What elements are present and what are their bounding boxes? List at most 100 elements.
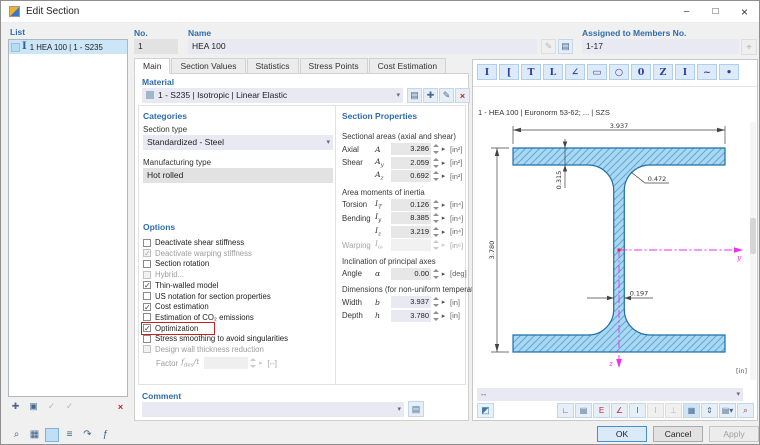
shape-t-section-button[interactable]: T bbox=[521, 64, 541, 80]
section-list[interactable]: I1 HEA 100 | 1 - S235 bbox=[8, 39, 128, 397]
filter-button[interactable]: ≡ bbox=[62, 427, 77, 442]
print-button[interactable]: ▤▾ bbox=[719, 403, 736, 418]
shape-i-section-button[interactable]: I bbox=[477, 64, 497, 80]
comment-copy-button[interactable]: ▤ bbox=[408, 401, 424, 417]
main-tab-panel: Material 1 - S235 | Isotropic | Linear E… bbox=[134, 73, 469, 421]
detail-arrow-button[interactable]: ▸ bbox=[439, 159, 448, 167]
shape-rectangle-button[interactable]: ▭ bbox=[587, 64, 607, 80]
tab-statistics[interactable]: Statistics bbox=[247, 58, 299, 74]
edit-material-button[interactable]: ✎ bbox=[439, 88, 454, 103]
detail-arrow-button[interactable]: ▸ bbox=[439, 172, 448, 180]
shape-corner-button[interactable]: ∠ bbox=[565, 64, 585, 80]
tab-stress-points[interactable]: Stress Points bbox=[300, 58, 368, 74]
show-section-button[interactable]: I bbox=[629, 403, 646, 418]
checkbox-cost-estimation[interactable]: ✓ bbox=[143, 303, 151, 311]
option-label: Section rotation bbox=[155, 259, 209, 268]
detail-arrow-button[interactable]: ▸ bbox=[439, 145, 448, 153]
checkbox-deactivate-shear-stiffness[interactable] bbox=[143, 239, 151, 247]
show-table-button[interactable]: ▦ bbox=[683, 403, 700, 418]
detail-arrow-button: ▸ bbox=[439, 241, 448, 249]
color-reference-button[interactable] bbox=[45, 428, 59, 442]
section-table-button[interactable]: ▦ bbox=[27, 427, 42, 442]
assigned-label: Assigned to Members No. bbox=[582, 28, 686, 38]
copy-section-button[interactable]: ▣ bbox=[26, 399, 41, 414]
show-dimensions-button[interactable]: ∟ bbox=[557, 403, 574, 418]
title-bar: Edit Section – □ × bbox=[1, 1, 759, 23]
minimize-button[interactable]: – bbox=[672, 1, 701, 23]
shape-angle-button[interactable]: L bbox=[543, 64, 563, 80]
detail-arrow-button[interactable]: ▸ bbox=[439, 201, 448, 209]
zoom-reset-button[interactable]: ⌕ bbox=[737, 403, 754, 418]
tab-cost-estimation[interactable]: Cost Estimation bbox=[369, 58, 447, 74]
tab-main[interactable]: Main bbox=[134, 58, 170, 74]
shape-point-button[interactable]: • bbox=[719, 64, 739, 80]
show-welds-button[interactable]: ∠ bbox=[611, 403, 628, 418]
checkbox-section-rotation[interactable] bbox=[143, 260, 151, 268]
assigned-members-field[interactable]: 1-17 bbox=[582, 39, 739, 54]
unit-label: [in⁶] bbox=[450, 241, 463, 250]
name-field[interactable]: HEA 100 bbox=[188, 39, 537, 54]
drawing-scrollbar-thumb[interactable] bbox=[750, 218, 756, 254]
shape-rail-button[interactable]: Ι bbox=[675, 64, 695, 80]
property-group-title: Sectional areas (axial and shear) bbox=[342, 132, 468, 141]
detail-arrow-button[interactable]: ▸ bbox=[439, 270, 448, 278]
section-library-button[interactable]: ▤ bbox=[558, 39, 573, 54]
detail-arrow-button[interactable]: ▸ bbox=[439, 214, 448, 222]
property-group: Dimensions (for non-uniform temperature … bbox=[342, 285, 468, 321]
spinner[interactable] bbox=[433, 311, 439, 321]
section-color-swatch bbox=[11, 43, 20, 52]
ok-button[interactable]: OK bbox=[597, 426, 647, 442]
unit-label: [in²] bbox=[450, 158, 463, 167]
property-row-iz: Iz3.219▸[in⁴] bbox=[342, 227, 468, 238]
option-label: Hybrid... bbox=[155, 270, 184, 279]
checkbox-us-notation-for-section-properties[interactable] bbox=[143, 292, 151, 300]
checkbox-stress-smoothing-to-avoid-singularities[interactable] bbox=[143, 335, 151, 343]
comment-combobox[interactable]: ▾ bbox=[142, 402, 404, 417]
value-field: 0.00 bbox=[391, 268, 431, 280]
property-row-iy: BendingIy8.385▸[in⁴] bbox=[342, 213, 468, 224]
property-symbol: Iy bbox=[375, 212, 391, 224]
drawing-scrollbar[interactable] bbox=[750, 122, 756, 380]
show-stress-points-button[interactable]: Ε bbox=[593, 403, 610, 418]
value-field[interactable]: 3.937 bbox=[391, 296, 431, 308]
checkbox-thin-walled-model[interactable]: ✓ bbox=[143, 281, 151, 289]
list-item[interactable]: I1 HEA 100 | 1 - S235 bbox=[9, 40, 127, 54]
material-library-button[interactable]: ▤ bbox=[407, 88, 422, 103]
property-label: Axial bbox=[342, 145, 375, 154]
shape-z-section-button[interactable]: Z bbox=[653, 64, 673, 80]
value-field[interactable]: 3.780 bbox=[391, 310, 431, 322]
shape-pipe-button[interactable]: 0 bbox=[631, 64, 651, 80]
property-label: Angle bbox=[342, 269, 375, 278]
close-button[interactable]: × bbox=[730, 1, 759, 23]
section-type-combobox[interactable]: Standardized - Steel ▾ bbox=[143, 135, 333, 150]
detail-arrow-button[interactable]: ▸ bbox=[439, 312, 448, 320]
cancel-button[interactable]: Cancel bbox=[653, 426, 703, 442]
spinner[interactable] bbox=[433, 297, 439, 307]
property-symbol: Az bbox=[375, 170, 391, 182]
delete-section-button[interactable]: × bbox=[113, 399, 128, 414]
show-values-button[interactable]: ⇕ bbox=[701, 403, 718, 418]
app-icon bbox=[9, 6, 20, 17]
function-button[interactable]: ƒ bbox=[98, 427, 113, 442]
value-field: 8.385 bbox=[391, 212, 431, 224]
new-material-button[interactable]: ✚ bbox=[423, 88, 438, 103]
property-row-b: Widthb3.937▸[in] bbox=[342, 297, 468, 308]
material-combobox[interactable]: 1 - S235 | Isotropic | Linear Elastic ▾ bbox=[142, 88, 403, 103]
detail-arrow-button[interactable]: ▸ bbox=[439, 228, 448, 236]
pick-members-button[interactable]: ⌖ bbox=[741, 39, 757, 55]
shape-channel-button[interactable]: [ bbox=[499, 64, 519, 80]
delete-material-button[interactable]: × bbox=[455, 88, 470, 103]
print-graphic-button[interactable]: ▤ bbox=[575, 403, 592, 418]
render-mode-button[interactable]: ◩ bbox=[477, 403, 494, 418]
maximize-button[interactable]: □ bbox=[701, 1, 730, 23]
import-button[interactable]: ↷ bbox=[80, 427, 95, 442]
new-section-button[interactable]: ✚ bbox=[8, 399, 23, 414]
tab-section-values[interactable]: Section Values bbox=[171, 58, 245, 74]
checkbox-optimization[interactable]: ✓ bbox=[143, 324, 151, 332]
shape-circle-button[interactable]: ○ bbox=[609, 64, 629, 80]
result-combobox[interactable]: -- ▾ bbox=[477, 388, 743, 401]
shape-corrugated-button[interactable]: ~ bbox=[697, 64, 717, 80]
find-section-button[interactable]: ⌕ bbox=[9, 427, 24, 442]
checkbox-estimation-of-co-emissions[interactable] bbox=[143, 313, 151, 321]
detail-arrow-button[interactable]: ▸ bbox=[439, 298, 448, 306]
